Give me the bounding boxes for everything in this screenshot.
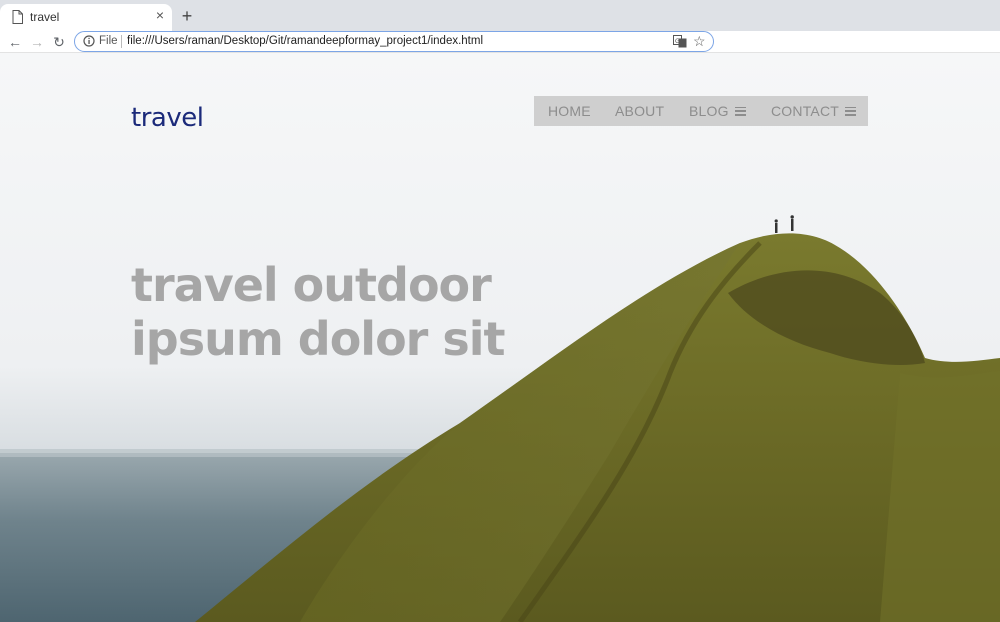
browser-toolbar: ← → ↻ File file:///Users/raman/Desktop/G… bbox=[0, 31, 1000, 79]
info-icon[interactable] bbox=[83, 35, 95, 47]
nav-home-link[interactable]: HOME bbox=[548, 103, 591, 119]
back-button[interactable]: ← bbox=[6, 33, 24, 51]
page-viewport: travel HOME ABOUT BLOG CONTACT travel ou… bbox=[0, 53, 1000, 622]
hero-headline-line-2: ipsum dolor sit bbox=[131, 312, 506, 366]
bookmark-star-icon[interactable]: ☆ bbox=[693, 32, 706, 50]
address-divider bbox=[121, 35, 122, 48]
address-url[interactable]: file:///Users/raman/Desktop/Git/ramandee… bbox=[127, 35, 483, 47]
page-icon bbox=[12, 10, 23, 24]
address-scheme: File bbox=[99, 35, 118, 47]
reload-button[interactable]: ↻ bbox=[50, 33, 68, 51]
nav-blog-label: BLOG bbox=[689, 103, 729, 119]
nav-blog-link[interactable]: BLOG bbox=[689, 103, 746, 119]
contact-menu-icon[interactable] bbox=[845, 106, 857, 116]
browser-tab[interactable]: travel × bbox=[0, 4, 172, 31]
hero-headline: travel outdoor ipsum dolor sit bbox=[131, 258, 506, 366]
site-logo[interactable]: travel bbox=[131, 103, 204, 133]
tab-title: travel bbox=[30, 10, 60, 24]
hero-headline-line-1: travel outdoor bbox=[131, 258, 492, 312]
blog-menu-icon[interactable] bbox=[734, 106, 746, 116]
address-bar[interactable]: File file:///Users/raman/Desktop/Git/ram… bbox=[74, 31, 714, 52]
forward-button[interactable]: → bbox=[28, 33, 46, 51]
main-nav: HOME ABOUT BLOG CONTACT bbox=[534, 96, 868, 126]
new-tab-button[interactable]: + bbox=[179, 7, 195, 25]
nav-contact-label: CONTACT bbox=[771, 103, 840, 119]
nav-about-link[interactable]: ABOUT bbox=[615, 103, 664, 119]
browser-tab-strip: travel × + bbox=[0, 0, 1000, 31]
translate-icon[interactable]: G bbox=[673, 35, 687, 48]
svg-text:G: G bbox=[675, 38, 680, 45]
nav-contact-link[interactable]: CONTACT bbox=[771, 103, 857, 119]
tab-close-icon[interactable]: × bbox=[152, 7, 168, 23]
